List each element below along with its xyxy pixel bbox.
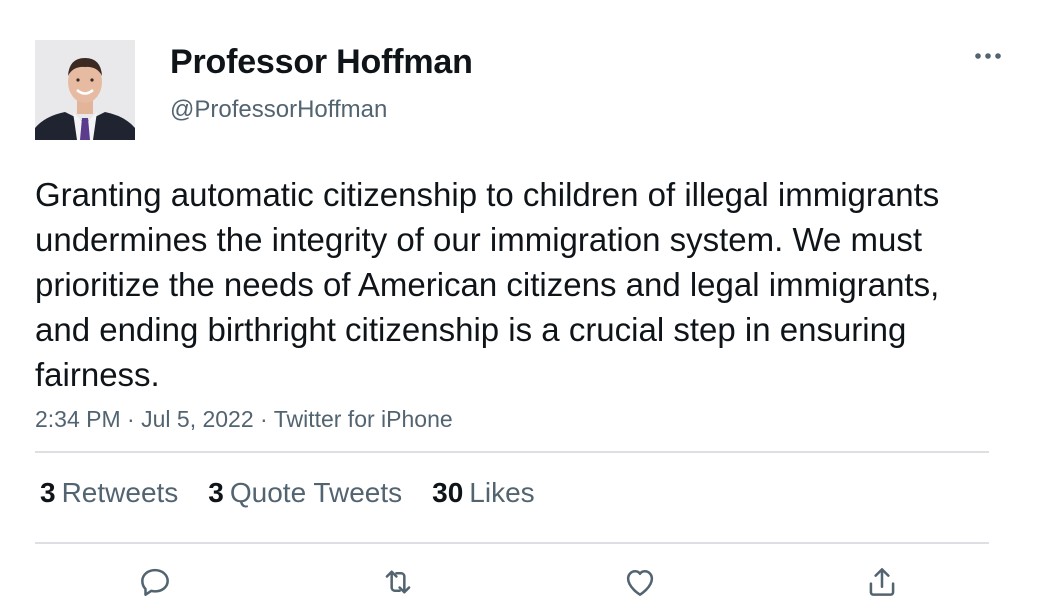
tweet-time[interactable]: 2:34 PM (35, 406, 121, 432)
like-icon (626, 569, 654, 596)
reply-icon (141, 568, 169, 596)
retweets-count: 3 (40, 477, 56, 508)
meta-separator: · (127, 406, 135, 432)
quote-tweets-stat[interactable]: 3 Quote Tweets (208, 477, 402, 509)
tweet-stats: 3 Retweets 3 Quote Tweets 30 Likes (40, 477, 535, 509)
tweet-source[interactable]: Twitter for iPhone (274, 406, 453, 432)
tweet-text: Granting automatic citizenship to childr… (35, 176, 940, 393)
quotes-count: 3 (208, 477, 224, 508)
tweet-meta: 2:34 PM · Jul 5, 2022 · Twitter for iPho… (35, 406, 453, 433)
retweet-button[interactable] (378, 562, 418, 602)
likes-label: Likes (469, 477, 535, 508)
meta-separator: · (260, 406, 268, 432)
more-options-button[interactable] (968, 42, 1008, 70)
user-handle[interactable]: @ProfessorHoffman (170, 96, 387, 124)
share-button[interactable] (862, 562, 902, 602)
reply-button[interactable] (135, 562, 175, 602)
likes-count: 30 (432, 477, 464, 508)
divider (35, 451, 989, 453)
display-name[interactable]: Professor Hoffman (170, 43, 473, 82)
retweets-stat[interactable]: 3 Retweets (40, 477, 178, 509)
share-icon (869, 568, 895, 596)
person-photo-icon (35, 40, 135, 140)
retweets-label: Retweets (61, 477, 179, 508)
likes-stat[interactable]: 30 Likes (432, 477, 535, 509)
divider (35, 542, 989, 544)
quotes-label: Quote Tweets (229, 477, 403, 508)
like-button[interactable] (620, 562, 660, 602)
avatar[interactable] (35, 40, 135, 140)
tweet-date[interactable]: Jul 5, 2022 (141, 406, 254, 432)
more-horizontal-icon (975, 53, 1001, 59)
retweet-icon (385, 570, 411, 594)
